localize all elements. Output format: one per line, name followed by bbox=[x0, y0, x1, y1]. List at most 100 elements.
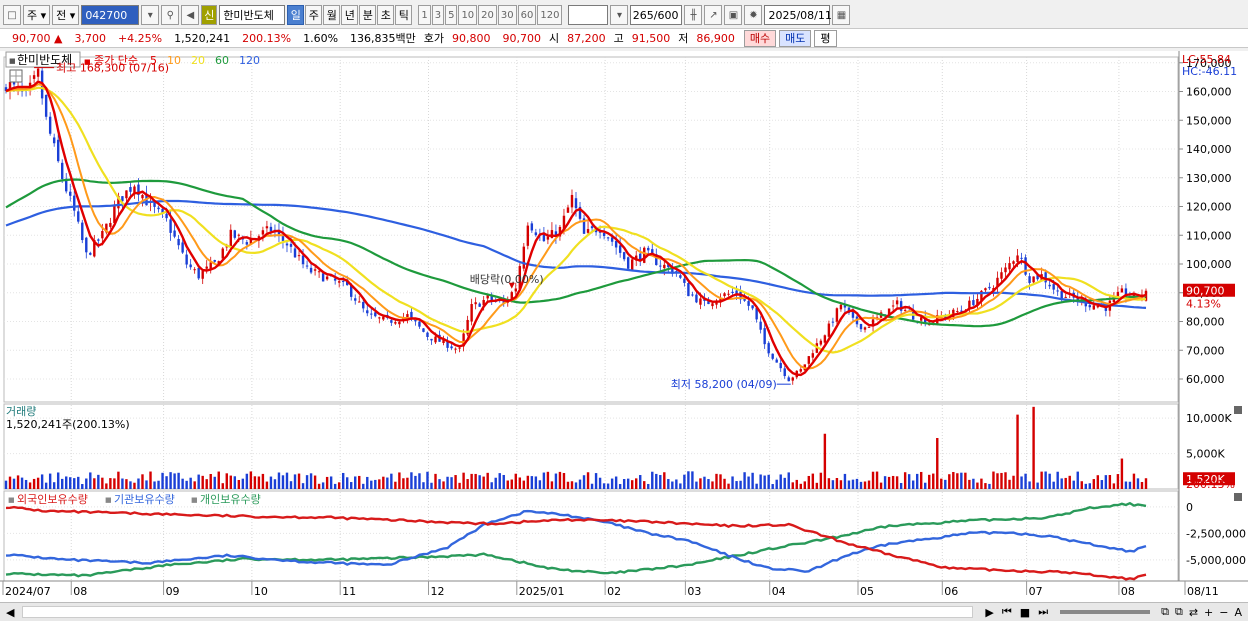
speaker-icon[interactable]: ◀ bbox=[181, 5, 200, 25]
bid-2: 90,700 bbox=[502, 31, 542, 45]
candle-body bbox=[895, 300, 899, 305]
market-select[interactable]: 주 ▾ bbox=[23, 5, 51, 25]
candle-body bbox=[731, 291, 734, 294]
period-tab[interactable]: 분 bbox=[359, 5, 377, 25]
interval-tab[interactable]: 10 bbox=[458, 5, 478, 25]
layout-icon[interactable]: ⧉ bbox=[1161, 605, 1169, 619]
volume-bar bbox=[859, 481, 863, 489]
candle-body bbox=[341, 280, 345, 282]
interval-tab[interactable]: 3 bbox=[431, 5, 445, 25]
x-tick-label: 08 bbox=[73, 585, 87, 598]
window-icon[interactable]: □ bbox=[3, 5, 21, 25]
interval-tab[interactable]: 20 bbox=[478, 5, 497, 25]
buy-button[interactable]: 매수 bbox=[743, 29, 777, 47]
price-change: 3,700 bbox=[74, 31, 106, 45]
search-icon[interactable]: ⚲ bbox=[161, 5, 180, 25]
stock-name[interactable]: 한미반도체 bbox=[219, 5, 286, 25]
candle-body bbox=[683, 278, 686, 283]
volume-bar bbox=[466, 479, 469, 489]
swap-icon[interactable]: ⇄ bbox=[1189, 606, 1198, 619]
candle-icon[interactable]: ╫ bbox=[684, 5, 703, 25]
volume-bar bbox=[767, 474, 770, 489]
price-tick-label: 100,000 bbox=[1186, 258, 1232, 271]
candle-body bbox=[1088, 305, 1092, 308]
average-button[interactable]: 평 bbox=[814, 29, 837, 47]
zoom-in-icon[interactable]: + bbox=[1204, 606, 1213, 619]
candle-body bbox=[185, 254, 188, 265]
dropdown-icon[interactable]: ▾ bbox=[610, 5, 629, 25]
volume-bar bbox=[402, 478, 405, 489]
candle-body bbox=[81, 222, 84, 241]
candle-body bbox=[751, 305, 754, 309]
save-icon[interactable]: ▣ bbox=[724, 5, 743, 25]
stop-icon[interactable]: ■ bbox=[1020, 606, 1030, 619]
candle-body bbox=[867, 326, 871, 328]
candle-body bbox=[799, 369, 802, 372]
volume-bar bbox=[169, 472, 172, 489]
candle-body bbox=[767, 343, 770, 354]
volume-bar bbox=[345, 477, 349, 489]
candle-body bbox=[570, 194, 574, 208]
x-tick-label: 07 bbox=[1029, 585, 1043, 598]
scroll-right-icon[interactable]: ▶ bbox=[985, 606, 993, 619]
volume-bar bbox=[578, 479, 582, 489]
layout-icon[interactable]: ⧉ bbox=[1175, 605, 1183, 619]
volume-bar bbox=[1092, 479, 1096, 489]
volume-bar bbox=[418, 473, 421, 489]
gear-icon[interactable]: ✹ bbox=[744, 5, 763, 25]
panel-close-icon bbox=[1234, 406, 1242, 414]
scroll-left-icon[interactable]: ◀ bbox=[6, 606, 14, 619]
font-size-icon[interactable]: A bbox=[1234, 606, 1242, 619]
volume-bar bbox=[1136, 478, 1140, 489]
volume-bar bbox=[1124, 481, 1128, 489]
candle-body bbox=[699, 298, 702, 305]
sell-button[interactable]: 매도 bbox=[779, 29, 812, 47]
volume-bar bbox=[687, 471, 690, 489]
candle-body bbox=[602, 233, 606, 237]
volume-bar bbox=[980, 478, 983, 489]
volume-bar bbox=[651, 471, 654, 489]
calendar-icon[interactable]: ▦ bbox=[832, 5, 851, 25]
interval-tab[interactable]: 5 bbox=[445, 5, 458, 25]
interval-input[interactable] bbox=[568, 5, 609, 25]
period-tab[interactable]: 초 bbox=[377, 5, 395, 25]
volume-bar bbox=[137, 478, 140, 489]
interval-tab[interactable]: 120 bbox=[537, 5, 563, 25]
turnover-rate: 1.60% bbox=[303, 31, 339, 45]
date-field[interactable]: 2025/08/11 bbox=[764, 5, 832, 25]
chart-area[interactable]: 60,00070,00080,00090,000100,000110,00012… bbox=[0, 51, 1248, 603]
period-tab[interactable]: 년 bbox=[341, 5, 359, 25]
zoom-out-icon[interactable]: − bbox=[1219, 606, 1228, 619]
interval-tab[interactable]: 30 bbox=[497, 5, 517, 25]
low-value: 86,900 bbox=[696, 31, 735, 45]
indicator-icon[interactable]: ↗ bbox=[704, 5, 723, 25]
candle-body bbox=[301, 255, 305, 265]
holdings-tick-label: 0 bbox=[1186, 501, 1193, 514]
period-tab[interactable]: 일 bbox=[287, 5, 305, 25]
count-field[interactable]: 265/600 bbox=[630, 5, 683, 25]
period-tab[interactable]: 주 bbox=[305, 5, 323, 25]
period-tab[interactable]: 월 bbox=[323, 5, 341, 25]
volume-bar bbox=[851, 479, 855, 489]
period-tab[interactable]: 틱 bbox=[395, 5, 413, 25]
forward-icon[interactable]: ⏭ bbox=[1038, 605, 1048, 619]
zoom-slider[interactable] bbox=[1060, 610, 1151, 614]
stock-chart[interactable]: 60,00070,00080,00090,000100,000110,00012… bbox=[0, 51, 1248, 603]
stock-code-input[interactable]: 042700 bbox=[81, 5, 140, 25]
volume-bar bbox=[606, 483, 610, 489]
interval-tab[interactable]: 60 bbox=[517, 5, 537, 25]
rewind-icon[interactable]: ⏮ bbox=[1002, 605, 1012, 619]
volume-bar bbox=[626, 478, 630, 489]
prev-select[interactable]: 전 ▾ bbox=[52, 5, 80, 25]
interval-tab[interactable]: 1 bbox=[418, 5, 431, 25]
volume-bar bbox=[514, 473, 517, 489]
candle-body bbox=[891, 305, 895, 307]
current-pct-label: 4.13% bbox=[1186, 298, 1221, 311]
volume-bar bbox=[1068, 475, 1071, 489]
horizontal-scrollbar[interactable] bbox=[22, 606, 974, 618]
dropdown-icon[interactable]: ▾ bbox=[141, 5, 160, 25]
candle-body bbox=[89, 252, 92, 255]
candle-body bbox=[574, 198, 578, 209]
volume-bar bbox=[261, 473, 265, 489]
candle-body bbox=[1020, 257, 1023, 259]
